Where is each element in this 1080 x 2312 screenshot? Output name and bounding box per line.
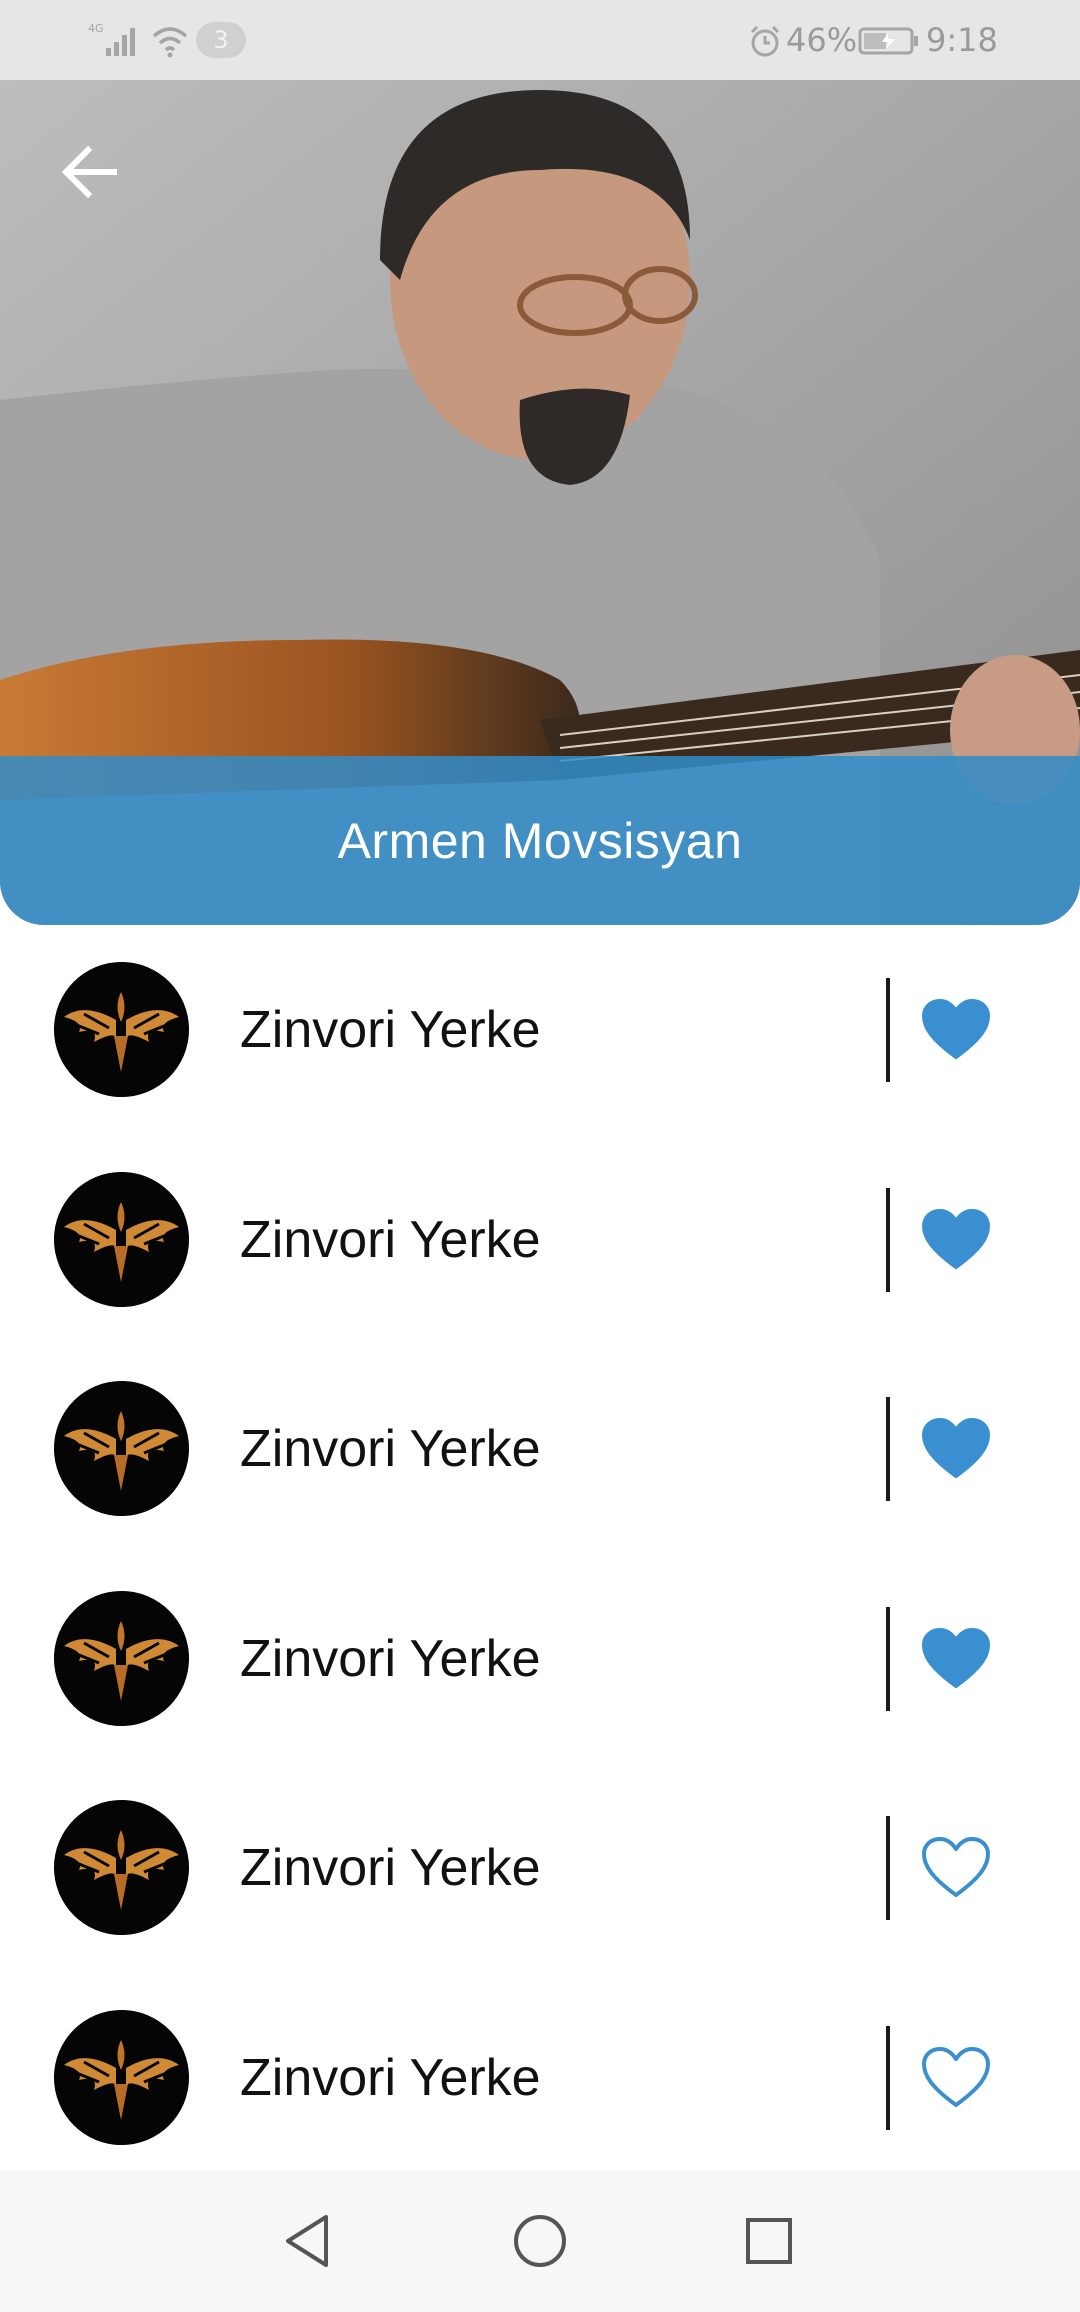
eagle-emblem-icon (54, 1171, 189, 1307)
square-recents-icon (746, 2218, 792, 2264)
song-cover-image (54, 962, 189, 1097)
song-list-item[interactable]: Zinvori Yerke (0, 925, 1080, 1135)
artist-name: Armen Movsisyan (337, 812, 743, 869)
song-title: Zinvori Yerke (240, 1210, 541, 1269)
nav-recents-button[interactable] (734, 2206, 804, 2276)
song-cover-image (54, 2009, 189, 2145)
song-title: Zinvori Yerke (240, 1839, 541, 1897)
song-list-item[interactable]: Zinvori Yerke (0, 1763, 1080, 1973)
row-divider (886, 1397, 890, 1501)
eagle-emblem-icon (54, 2009, 189, 2145)
back-button[interactable] (50, 132, 130, 212)
row-divider (886, 2025, 890, 2130)
heart-filled-icon (922, 1627, 990, 1688)
favorite-toggle[interactable] (912, 1619, 1000, 1699)
favorite-toggle[interactable] (912, 1409, 1000, 1489)
favorite-toggle[interactable] (912, 1200, 1000, 1280)
eagle-emblem-icon (54, 1800, 189, 1935)
arrow-left-icon (61, 145, 117, 199)
eagle-emblem-icon (54, 1381, 189, 1516)
alarm-icon (750, 25, 780, 57)
song-cover-image (54, 1800, 189, 1935)
favorite-toggle[interactable] (912, 990, 1000, 1070)
favorite-toggle[interactable] (912, 2038, 1000, 2118)
nav-back-button[interactable] (272, 2206, 342, 2276)
eagle-emblem-icon (54, 1590, 189, 1726)
status-clock: 9:18 (926, 21, 998, 59)
row-divider (886, 1606, 890, 1711)
row-divider (886, 978, 890, 1082)
song-cover-image (54, 1381, 189, 1516)
song-title: Zinvori Yerke (240, 1629, 541, 1688)
artist-header: Armen Movsisyan (0, 80, 1080, 925)
heart-filled-icon (922, 1418, 990, 1478)
wifi-icon (152, 27, 188, 58)
circle-home-icon (514, 2215, 566, 2267)
system-nav-bar (0, 2170, 1080, 2312)
heart-filled-icon (922, 1208, 990, 1269)
eagle-emblem-icon (54, 962, 189, 1097)
heart-outline-icon (922, 2046, 990, 2107)
network-type-label: 4G (88, 22, 104, 35)
song-list-item[interactable]: Zinvori Yerke (0, 1135, 1080, 1345)
favorite-toggle[interactable] (912, 1828, 1000, 1908)
heart-filled-icon (922, 999, 990, 1059)
cellular-signal-icon: 4G (88, 22, 135, 56)
heart-outline-icon (922, 1837, 990, 1897)
song-list: Zinvori Yerke Zinvori Yerke Zinvori Yerk… (0, 925, 1080, 2182)
song-list-item[interactable]: Zinvori Yerke (0, 1973, 1080, 2183)
song-list-item[interactable]: Zinvori Yerke (0, 1554, 1080, 1764)
song-title: Zinvori Yerke (240, 1420, 541, 1478)
row-divider (886, 1187, 890, 1292)
song-title: Zinvori Yerke (240, 2048, 541, 2107)
battery-charging-icon (858, 27, 918, 55)
song-cover-image (54, 1590, 189, 1726)
song-cover-image (54, 1171, 189, 1307)
song-list-item[interactable]: Zinvori Yerke (0, 1344, 1080, 1554)
nav-home-button[interactable] (505, 2206, 575, 2276)
triangle-back-icon (286, 2215, 328, 2267)
status-bar: 4G 3 46% 9:18 (0, 0, 1080, 80)
row-divider (886, 1816, 890, 1920)
artist-name-banner: Armen Movsisyan (0, 756, 1080, 925)
song-title: Zinvori Yerke (240, 1001, 541, 1059)
battery-percentage: 46% (786, 21, 858, 59)
notification-count-badge: 3 (196, 22, 246, 58)
